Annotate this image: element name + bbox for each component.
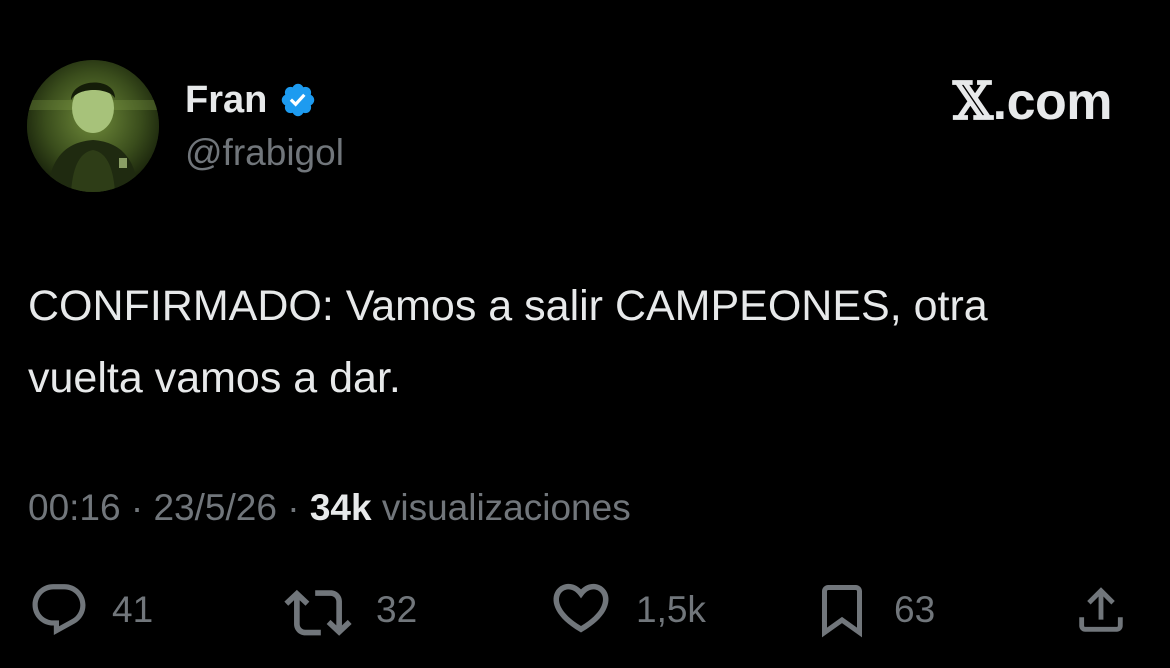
verified-badge-icon [279,81,317,119]
share-icon [1079,587,1123,632]
like-count: 1,5k [636,589,706,630]
share-button[interactable] [1072,578,1130,642]
repost-count: 32 [376,589,418,630]
like-icon [553,583,609,633]
tweet-text: CONFIRMADO: Vamos a salir CAMPEONES, otr… [28,282,988,402]
brand-suffix: .com [992,73,1113,131]
views-label: visualizaciones [381,487,631,528]
meta-separator: · [287,487,300,528]
like-button[interactable]: 1,5k [548,578,706,642]
reply-icon [32,584,86,636]
repost-icon [284,589,352,636]
repost-button[interactable]: 32 [282,578,417,642]
bookmark-button[interactable]: 63 [812,578,935,642]
avatar[interactable] [27,60,159,192]
reply-button[interactable]: 41 [28,578,153,642]
author-name-row[interactable]: Fran [185,78,317,122]
tweet-time[interactable]: 00:16 [28,487,121,528]
author-display-name[interactable]: Fran [185,78,267,122]
reply-count: 41 [112,589,154,630]
bookmark-icon [822,585,862,638]
avatar-image [27,60,159,192]
tweet-action-bar: 41 32 1,5k 63 [0,578,1170,642]
tweet-date[interactable]: 23/5/26 [153,487,276,528]
author-handle[interactable]: @frabigol [185,130,344,176]
x-com-brand: 𝕏.com [952,71,1113,132]
tweet-meta: 00:16 · 23/5/26 · 34k visualizaciones [28,484,631,532]
bookmark-count: 63 [894,589,936,630]
meta-separator: · [130,487,144,528]
views-count: 34k [309,487,372,528]
x-logo-icon: 𝕏 [952,71,993,132]
